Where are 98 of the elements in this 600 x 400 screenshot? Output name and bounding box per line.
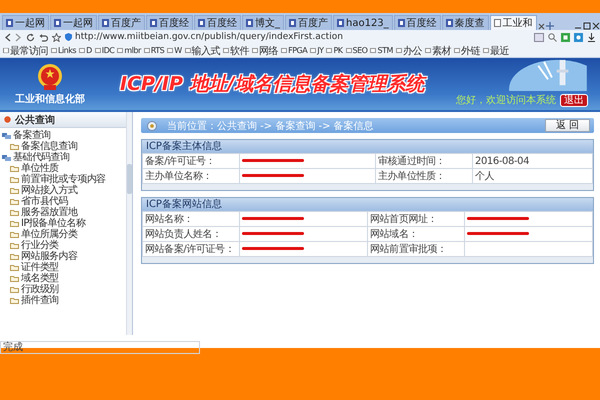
bookmark[interactable]: PK: [326, 46, 343, 55]
browser-tab[interactable]: 秦度查: [442, 15, 489, 30]
bookmark[interactable]: W: [167, 46, 182, 55]
refresh-icon[interactable]: [26, 32, 35, 42]
bookmark[interactable]: Links: [51, 46, 76, 55]
field-label: 网站前置审批项：: [368, 242, 464, 256]
bookmark[interactable]: RTS: [144, 46, 164, 55]
browser-tab[interactable]: hao123_: [333, 15, 393, 30]
tree-item[interactable]: 行政级别: [21, 284, 59, 295]
favicon-icon: [54, 19, 61, 27]
tree-item[interactable]: IP报备单位名称: [21, 218, 86, 229]
bullet-icon: [4, 116, 11, 123]
undo-icon[interactable]: [39, 32, 48, 42]
page-menu-icon[interactable]: [534, 32, 544, 42]
tree-item[interactable]: 基础代码查询: [13, 152, 70, 163]
field-label: 网站名称：: [142, 212, 240, 226]
favicon-icon: [446, 19, 453, 27]
bookmark[interactable]: SEO: [346, 46, 368, 55]
browser-tab[interactable]: 博文_: [242, 15, 284, 30]
tree-item[interactable]: 单位性质: [21, 163, 59, 174]
field-label: 网站备案/许可证号：: [142, 242, 240, 256]
bookmark[interactable]: 最近: [482, 44, 509, 58]
page-icon: [3, 48, 9, 53]
breadcrumb-text: 当前位置：公共查询 -> 备案查询 -> 备案信息: [167, 120, 375, 132]
scrollbar-thumb[interactable]: [127, 164, 132, 194]
close-icon[interactable]: [592, 22, 600, 30]
ministry-name: 工业和信息化部: [15, 92, 85, 106]
tree-item[interactable]: 插件查询: [21, 295, 59, 306]
bookmark[interactable]: IDC: [94, 46, 114, 55]
national-emblem-icon: [37, 62, 63, 90]
plus-icon[interactable]: [546, 22, 554, 30]
browser-tab[interactable]: 百度经: [194, 15, 241, 30]
bookmark[interactable]: 最常访问: [3, 44, 48, 58]
back-button[interactable]: 返 回: [544, 119, 590, 132]
favicon-icon: [289, 19, 296, 27]
favicon-icon: [398, 19, 405, 27]
field-value: 2016-08-04: [472, 154, 592, 168]
tree-item[interactable]: 行业分类: [21, 240, 59, 251]
greeting-text: 您好，欢迎访问本系统: [456, 94, 556, 107]
tree-item[interactable]: 域名类型: [21, 273, 59, 284]
field-label: 网站负责人姓名：: [142, 226, 240, 242]
download-icon[interactable]: [587, 32, 596, 42]
logout-button[interactable]: 退出: [560, 94, 588, 106]
tree-item[interactable]: 网站接入方式: [21, 185, 78, 196]
bookmark[interactable]: 素材: [424, 44, 451, 58]
browser-tab[interactable]: 百度产: [98, 15, 145, 30]
search-icon[interactable]: [548, 32, 557, 42]
tree-item[interactable]: 证件类型: [21, 262, 59, 273]
favicon-icon: [6, 19, 13, 27]
folder-group-icon: [2, 154, 11, 161]
bookmark[interactable]: 输入式: [184, 44, 220, 58]
bookmark[interactable]: mlbr: [117, 46, 141, 55]
favicon-icon: [198, 19, 205, 27]
panel-title: ICP备案主体信息: [142, 140, 593, 153]
favicon-icon: [337, 19, 344, 27]
bookmark[interactable]: JY: [310, 46, 324, 55]
bookmark[interactable]: 办公: [396, 44, 422, 58]
field-value: 个人: [472, 168, 592, 184]
tree-item[interactable]: 服务器放置地: [21, 207, 78, 218]
favicon-icon: [102, 19, 109, 27]
bookmark[interactable]: STM: [370, 46, 393, 55]
extension-icon[interactable]: [574, 32, 583, 42]
star-icon[interactable]: [52, 32, 61, 42]
favicon-icon: [150, 19, 157, 27]
bookmark[interactable]: D: [79, 46, 92, 55]
tree-item[interactable]: 备案信息查询: [21, 141, 78, 152]
field-label: 网站域名：: [368, 226, 464, 242]
tree-item[interactable]: 网站服务内容: [21, 251, 78, 262]
browser-tab[interactable]: 工业和: [490, 15, 537, 30]
browser-tab[interactable]: 一起网: [50, 15, 97, 30]
tree-item[interactable]: 前置审批或专项内容: [21, 174, 106, 185]
extension-icon[interactable]: [561, 32, 570, 42]
bookmark[interactable]: 网络: [252, 44, 278, 58]
tree-item[interactable]: 省市县代码: [21, 196, 68, 207]
tree-item[interactable]: 备案查询: [13, 130, 51, 141]
panel-title: 公共查询: [15, 114, 55, 126]
bookmark[interactable]: 外链: [454, 44, 480, 58]
tree-item[interactable]: 单位所属分类: [21, 229, 78, 240]
field-label: 备案/许可证号：: [142, 154, 240, 168]
field-label: 主办单位名称：: [142, 168, 240, 184]
browser-tab[interactable]: 百度经: [146, 15, 193, 30]
maximize-icon[interactable]: [583, 22, 591, 30]
browser-tab[interactable]: 百度经: [394, 15, 441, 30]
shield-icon: [65, 33, 72, 41]
bookmark[interactable]: FPGA: [281, 46, 308, 55]
page-icon: [494, 19, 501, 27]
status-text: 完成: [0, 341, 200, 354]
browser-tab[interactable]: 百度产: [285, 15, 332, 30]
close-icon[interactable]: [538, 23, 545, 30]
folder-group-icon: [2, 132, 11, 139]
system-title: ICP/IP 地址/域名信息备案管理系统: [120, 71, 424, 97]
panel-title: ICP备案网站信息: [142, 198, 593, 211]
favicon-icon: [246, 19, 253, 27]
bookmark[interactable]: 软件: [223, 44, 250, 58]
field-label: 网站首页网址：: [368, 212, 464, 226]
browser-tab[interactable]: 一起网: [2, 15, 49, 30]
field-label: 审核通过时间：: [375, 154, 472, 168]
field-label: 主办单位性质：: [375, 168, 472, 184]
